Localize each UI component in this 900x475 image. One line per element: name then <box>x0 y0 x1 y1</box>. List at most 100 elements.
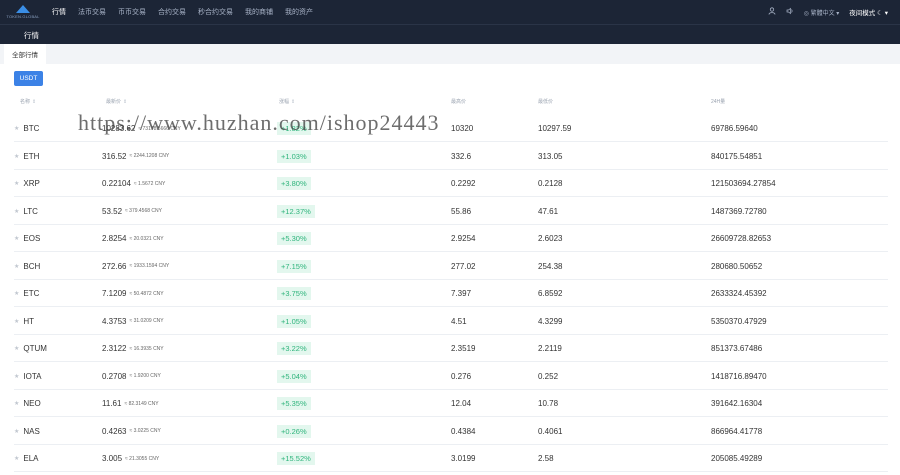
table-row[interactable]: ★ ELA 3.005 ≈ 21.3055 CNY +15.52% 3.0199 2… <box>14 445 888 472</box>
language-selector[interactable]: ◎ 繁體中文 ▾ <box>804 8 840 17</box>
high-price: 2.3519 <box>451 344 476 353</box>
table-row[interactable]: ★ ETH 316.52 ≈ 2244.1208 CNY +1.03% 332.6 … <box>14 143 888 170</box>
night-mode-label: 夜间模式 <box>849 10 876 17</box>
table-row[interactable]: ★ NEO 11.61 ≈ 82.3149 CNY +5.35% 12.04 10.… <box>14 390 888 417</box>
price-cell: 0.22104 ≈ 1.5672 CNY <box>102 170 165 197</box>
change-badge: +1.05% <box>277 314 311 328</box>
nav-item-fiat-trading[interactable]: 法币交易 <box>78 7 106 17</box>
logo-mark-icon <box>16 5 30 13</box>
volume-24h: 69786.59640 <box>711 124 758 133</box>
table-row[interactable]: ★ LTC 53.52 ≈ 379.4568 CNY +12.37% 55.86 4… <box>14 198 888 225</box>
market-tabs: 全部行情 <box>0 44 900 64</box>
price-cell: 4.3753 ≈ 31.0209 CNY <box>102 308 164 335</box>
change-cell: +1.05% <box>277 308 311 335</box>
high-price: 7.397 <box>451 289 472 298</box>
nav-item-coin-trading[interactable]: 币币交易 <box>118 7 146 17</box>
chevron-down-icon: ▾ <box>836 10 840 17</box>
quote-currency-usdt-button[interactable]: USDT <box>14 71 43 86</box>
last-price: 3.005 <box>102 454 123 463</box>
low-price: 10.78 <box>538 399 559 408</box>
star-icon[interactable]: ★ <box>14 428 19 435</box>
nav-item-second-contract[interactable]: 秒合约交易 <box>198 7 233 17</box>
star-icon[interactable]: ★ <box>14 318 19 325</box>
high-price: 4.51 <box>451 316 467 326</box>
high-price: 0.276 <box>451 371 472 381</box>
change-badge: +5.35% <box>277 397 311 410</box>
star-icon[interactable]: ★ <box>14 235 19 242</box>
coin-name-cell: ★ NAS <box>14 418 40 445</box>
coin-name: BCH <box>23 261 41 271</box>
user-icon[interactable] <box>768 7 776 17</box>
change-cell: +12.37% <box>277 198 315 225</box>
table-row[interactable]: ★ HT 4.3753 ≈ 31.0209 CNY +1.05% 4.51 4.32… <box>14 308 888 335</box>
star-icon[interactable]: ★ <box>14 263 19 270</box>
low-price: 0.2128 <box>538 179 563 188</box>
low-price: 0.4061 <box>538 426 563 436</box>
table-row[interactable]: ★ ETC 7.1209 ≈ 50.4872 CNY +3.75% 7.397 6.… <box>14 280 888 307</box>
cny-price: ≈ 73178.5666 CNY <box>138 125 181 132</box>
table-row[interactable]: ★ NAS 0.4263 ≈ 3.0225 CNY +0.26% 0.4384 0.… <box>14 418 888 445</box>
column-name[interactable]: 名称 ⇕ <box>20 98 36 105</box>
column-price[interactable]: 最新价 ⇕ <box>106 98 127 105</box>
coin-name: XRP <box>23 179 40 188</box>
sort-icon: ⇕ <box>32 99 37 105</box>
star-icon[interactable]: ★ <box>14 345 19 352</box>
table-row[interactable]: ★ QTUM 2.3122 ≈ 16.3935 CNY +3.22% 2.3519 … <box>14 335 888 362</box>
volume-24h: 391642.16304 <box>711 399 763 408</box>
nav-item-contract-trading[interactable]: 合约交易 <box>158 7 186 17</box>
coin-name-cell: ★ LTC <box>14 198 38 225</box>
table-row[interactable]: ★ XRP 0.22104 ≈ 1.5672 CNY +3.80% 0.2292 0… <box>14 170 888 197</box>
cny-price: ≈ 31.0209 CNY <box>129 318 164 324</box>
star-icon[interactable]: ★ <box>14 373 19 380</box>
star-icon[interactable]: ★ <box>14 400 19 407</box>
price-cell: 316.52 ≈ 2244.1208 CNY <box>102 143 169 170</box>
price-cell: 53.52 ≈ 379.4568 CNY <box>102 198 162 225</box>
table-row[interactable]: ★ BTC 10283.62 ≈ 73178.5666 CNY +1.82% 103… <box>14 115 888 142</box>
last-price: 0.2708 <box>102 371 127 381</box>
night-mode-toggle[interactable]: 夜间模式 ☾ ▾ <box>849 7 888 17</box>
chevron-down-icon: ▾ <box>884 10 888 17</box>
change-badge: +0.26% <box>277 424 311 438</box>
volume-24h: 280680.50652 <box>711 261 763 271</box>
high-price: 2.9254 <box>451 234 476 243</box>
last-price: 0.4263 <box>102 426 127 436</box>
cny-price: ≈ 1.5672 CNY <box>133 180 166 187</box>
volume-24h: 205085.49289 <box>711 454 763 463</box>
star-icon[interactable]: ★ <box>14 180 19 187</box>
coin-name-cell: ★ IOTA <box>14 363 41 390</box>
change-badge: +1.03% <box>277 149 311 163</box>
table-row[interactable]: ★ EOS 2.8254 ≈ 20.0321 CNY +5.30% 2.9254 2… <box>14 225 888 252</box>
coin-name-cell: ★ ELA <box>14 445 39 472</box>
coin-name: LTC <box>23 206 38 216</box>
star-icon[interactable]: ★ <box>14 125 19 132</box>
low-price: 0.252 <box>538 371 559 381</box>
nav-item-market[interactable]: 行情 <box>52 7 66 17</box>
price-cell: 2.8254 ≈ 20.0321 CNY <box>102 225 164 252</box>
star-icon[interactable]: ★ <box>14 455 19 462</box>
column-change[interactable]: 涨幅 ⇕ <box>279 98 295 105</box>
table-row[interactable]: ★ BCH 272.66 ≈ 1933.1594 CNY +7.15% 277.02… <box>14 253 888 280</box>
price-cell: 7.1209 ≈ 50.4872 CNY <box>102 280 164 307</box>
price-cell: 10283.62 ≈ 73178.5666 CNY <box>102 115 181 142</box>
sort-icon: ⇕ <box>291 99 296 105</box>
price-cell: 0.4263 ≈ 3.0225 CNY <box>102 418 161 445</box>
nav-item-my-assets[interactable]: 我的资产 <box>285 7 313 17</box>
table-row[interactable]: ★ IOTA 0.2708 ≈ 1.9200 CNY +5.04% 0.276 0.… <box>14 363 888 390</box>
column-price-label: 最新价 <box>106 99 122 105</box>
coin-name: HT <box>23 316 35 326</box>
nav-item-my-shop[interactable]: 我的商铺 <box>245 7 273 17</box>
coin-name-cell: ★ EOS <box>14 225 40 252</box>
coin-name: IOTA <box>23 371 42 381</box>
star-icon[interactable]: ★ <box>14 153 19 160</box>
change-badge: +3.80% <box>277 177 311 190</box>
speaker-icon[interactable] <box>786 7 794 17</box>
tab-all-markets[interactable]: 全部行情 <box>4 44 46 64</box>
column-change-label: 涨幅 <box>279 99 290 105</box>
last-price: 7.1209 <box>102 289 127 298</box>
brand-logo[interactable]: TOKEN.GLOBAL <box>6 0 40 24</box>
coin-name: ELA <box>23 454 39 463</box>
star-icon[interactable]: ★ <box>14 208 19 215</box>
low-price: 10297.59 <box>538 124 572 133</box>
volume-24h: 866964.41778 <box>711 426 763 436</box>
star-icon[interactable]: ★ <box>14 290 19 297</box>
